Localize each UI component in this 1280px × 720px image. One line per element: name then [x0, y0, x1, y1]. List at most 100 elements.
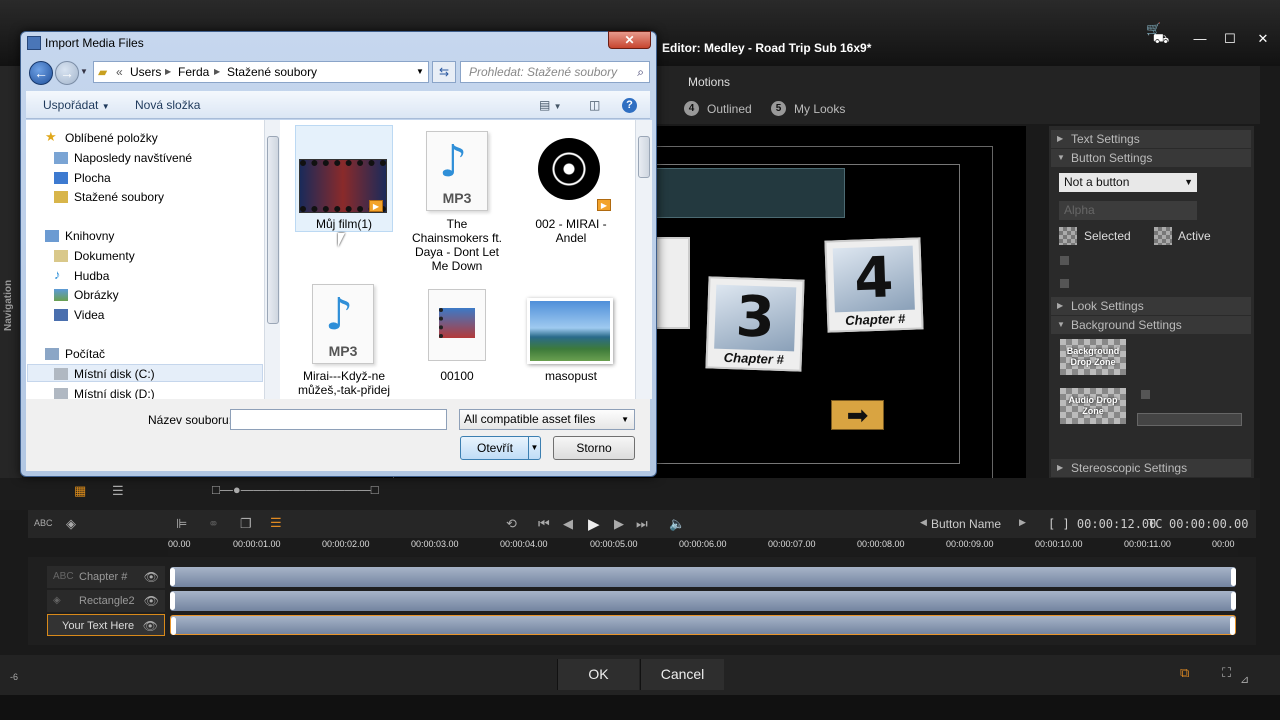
background-drop-zone[interactable]: Background Drop Zone [1060, 339, 1126, 375]
clip-chapter[interactable] [170, 567, 1236, 587]
nav-favorites[interactable]: ★ Oblíbené položky [45, 129, 158, 145]
track-header-rectangle2[interactable]: ◈ Rectangle2 👁 [47, 590, 165, 612]
open-options-icon[interactable]: ▼ [528, 437, 540, 459]
nav-downloads[interactable]: Stažené soubory [54, 190, 164, 204]
nav-disk-c[interactable]: Místní disk (C:) [54, 367, 155, 381]
nav-videos[interactable]: Videa [54, 308, 104, 322]
history-dropdown-icon[interactable]: ▼ [80, 67, 88, 76]
button-type-select[interactable]: Not a button ▼ [1059, 173, 1197, 192]
breadcrumb-separator-icon[interactable]: ▶ [214, 62, 220, 82]
prev-button-icon[interactable]: ◀ [920, 517, 927, 528]
selected-rectangle[interactable] [655, 168, 845, 218]
zoom-slider-icon[interactable]: □—●——————————□ [212, 482, 379, 497]
next-arrow-button[interactable]: ➡ [831, 400, 884, 430]
export-icon[interactable]: ⧉ [1180, 665, 1189, 681]
view-options-icon[interactable]: ▤ ▼ [539, 98, 562, 112]
selected-color-swatch[interactable] [1059, 227, 1077, 245]
step-forward-icon[interactable]: ▶ [614, 516, 624, 532]
nav-desktop[interactable]: Plocha [54, 171, 111, 185]
file-item-chainsmokers[interactable]: The Chainsmokers ft. Daya - Dont Let Me … [408, 217, 506, 273]
eye-icon[interactable]: 👁 [144, 566, 159, 588]
cancel-button[interactable]: Cancel [640, 659, 724, 690]
address-bar[interactable]: ▰ « Users ▶ Ferda ▶ Stažené soubory ▼ [93, 61, 429, 83]
nav-recent[interactable]: Naposledy navštívené [54, 151, 193, 165]
refresh-button[interactable]: ⇆ [432, 61, 456, 83]
background-settings-header[interactable]: ▼ Background Settings [1051, 316, 1251, 334]
filename-input[interactable] [230, 409, 447, 430]
clip-rectangle2[interactable] [170, 591, 1236, 611]
text-settings-header[interactable]: ▶ Text Settings [1051, 130, 1251, 148]
nav-documents[interactable]: Dokumenty [54, 249, 135, 263]
search-input[interactable]: Prohledat: Stažené soubory ⌕ [460, 61, 650, 83]
button-settings-header[interactable]: ▼ Button Settings [1051, 149, 1251, 167]
preview-pane-icon[interactable]: ◫ [589, 98, 600, 112]
shape-tool-icon[interactable]: ◈ [66, 516, 76, 532]
look-tab-my-looks[interactable]: 5 My Looks [771, 101, 845, 116]
list-view-icon[interactable]: ☰ [112, 483, 124, 499]
nav-recent-label: Naposledy navštívené [74, 151, 193, 165]
tab-motions[interactable]: Motions [688, 75, 730, 89]
breadcrumb-separator-icon[interactable]: ▶ [165, 62, 171, 82]
breadcrumb-ferda[interactable]: Ferda [178, 62, 209, 82]
new-folder-button[interactable]: Nová složka [135, 98, 200, 112]
file-list-scrollbar-thumb[interactable] [638, 136, 650, 178]
skip-start-icon[interactable]: ⏮ [538, 516, 550, 532]
text-settings-label: Text Settings [1071, 132, 1140, 146]
align-icon[interactable]: ⊫ [176, 516, 187, 532]
breadcrumb-downloads[interactable]: Stažené soubory [227, 62, 317, 82]
nav-scrollbar[interactable] [264, 120, 281, 399]
cart-icon-2[interactable]: ⛟ [1146, 31, 1176, 47]
address-dropdown-icon[interactable]: ▼ [416, 62, 424, 82]
copy-icon[interactable]: ❐ [240, 516, 252, 532]
back-icon[interactable]: ← [29, 61, 53, 85]
track-header-chapter[interactable]: ABC Chapter # 👁 [47, 566, 165, 588]
skip-end-icon[interactable]: ⏭ [636, 516, 648, 532]
next-button-icon[interactable]: ▶ [1019, 517, 1026, 528]
maximize-icon[interactable]: ☐ [1215, 31, 1245, 47]
chapter-card-4[interactable]: 4 Chapter # [824, 237, 924, 333]
close-icon[interactable]: ✕ [1248, 31, 1278, 47]
file-item-mirai-andel[interactable]: 002 - MIRAI - Andel [522, 217, 620, 245]
grid-view-icon[interactable]: ▦ [74, 483, 86, 499]
organize-button[interactable]: Uspořádat ▼ [43, 98, 110, 112]
volume-icon[interactable]: 🔈 [669, 516, 685, 532]
tracks-icon[interactable]: ☰ [270, 515, 282, 531]
file-item-00100[interactable]: 00100 [408, 369, 506, 383]
drive-icon [54, 368, 68, 380]
timecode-display[interactable]: 00:00:00.00 [1169, 517, 1248, 531]
dialog-close-button[interactable]: ✕ [608, 31, 651, 49]
nav-computer[interactable]: Počítač [45, 347, 105, 361]
nav-scrollbar-thumb[interactable] [267, 136, 279, 324]
loop-icon[interactable]: ⟲ [506, 516, 517, 532]
file-type-filter[interactable]: All compatible asset files ▼ [459, 409, 635, 430]
look-tab-outlined[interactable]: 4 Outlined [684, 101, 752, 116]
stereoscopic-settings-header[interactable]: ▶ Stereoscopic Settings [1051, 459, 1251, 477]
eye-icon[interactable]: 👁 [144, 590, 159, 612]
cancel-dialog-button[interactable]: Storno [553, 436, 635, 460]
breadcrumb-users[interactable]: Users [130, 62, 161, 82]
nav-music[interactable]: ♪ Hudba [54, 267, 109, 283]
minimize-icon[interactable]: — [1185, 31, 1215, 47]
play-icon[interactable]: ▶ [588, 515, 600, 533]
ok-button[interactable]: OK [557, 659, 639, 690]
fullscreen-icon[interactable]: ⛶ [1222, 665, 1231, 681]
nav-libraries[interactable]: Knihovny [45, 229, 114, 243]
active-color-swatch[interactable] [1154, 227, 1172, 245]
help-icon[interactable]: ? [622, 98, 637, 113]
file-list-scrollbar[interactable] [635, 120, 652, 399]
resize-icon[interactable]: ⊿ [1240, 673, 1249, 686]
file-item-mirai-kdyz[interactable]: Mirai---Když-ne můžeš,-tak-přidej [295, 369, 393, 397]
audio-drop-zone[interactable]: Audio Drop Zone [1060, 388, 1126, 424]
look-settings-header[interactable]: ▶ Look Settings [1051, 297, 1251, 315]
clip-your-text[interactable] [170, 615, 1236, 635]
step-back-icon[interactable]: ◀ [563, 516, 573, 532]
chapter-card-3[interactable]: 3 Chapter # [705, 276, 805, 372]
track-header-your-text[interactable]: Your Text Here 👁 [47, 614, 165, 636]
nav-pictures[interactable]: Obrázky [54, 288, 119, 302]
text-tool-icon[interactable]: ABC [34, 518, 53, 528]
eye-icon[interactable]: 👁 [143, 615, 158, 637]
left-navigation[interactable]: Navigation [0, 66, 22, 486]
file-item-masopust[interactable]: masopust [522, 369, 620, 383]
breadcrumb-overflow-icon[interactable]: « [116, 62, 123, 82]
music-note-icon: ♪ [439, 136, 468, 187]
